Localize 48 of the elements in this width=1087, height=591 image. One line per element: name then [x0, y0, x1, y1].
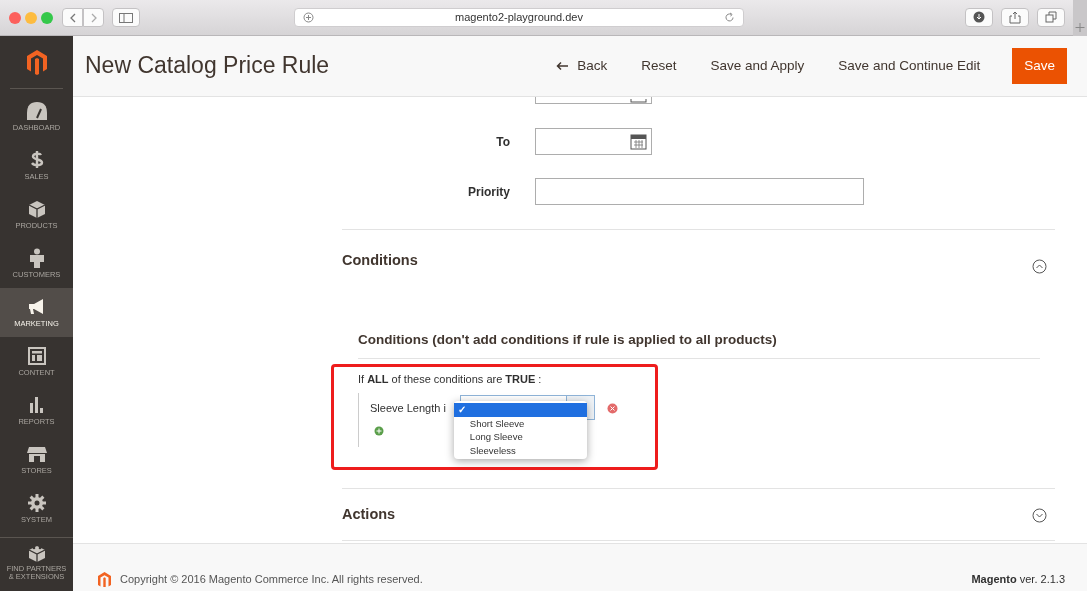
field-label: To: [495, 133, 510, 151]
action-button[interactable]: Save and Continue Edit: [836, 51, 983, 81]
logo-icon: [97, 571, 112, 587]
section-title: Conditions: [342, 251, 418, 271]
chevron-right-icon: [89, 12, 98, 23]
collapse-icon[interactable]: [1032, 259, 1047, 275]
back-nav-button[interactable]: [62, 8, 83, 27]
back-button[interactable]: Back: [554, 51, 610, 81]
dropdown-option[interactable]: Short Sleeve: [453, 416, 587, 431]
new-tab-button[interactable]: [1073, 0, 1087, 36]
download-icon: [973, 11, 985, 24]
page-title: New Catalog Price Rule: [85, 52, 330, 80]
gear-icon: [25, 493, 48, 514]
date-field[interactable]: [535, 97, 652, 104]
sidebar-icon: [119, 12, 133, 23]
section-title: Actions: [342, 504, 396, 524]
sidebar-toggle-button[interactable]: [112, 8, 140, 27]
share-icon: [1009, 11, 1021, 24]
window-controls-icon[interactable]: [8, 10, 54, 25]
logo-icon[interactable]: [25, 49, 48, 75]
dropdown-option[interactable]: ✓: [453, 403, 587, 417]
field-label: Priority: [467, 183, 510, 201]
condition-attribute: Sleeve Length i: [370, 400, 446, 416]
plus-icon: [303, 12, 314, 23]
dropdown-option[interactable]: Long Sleeve: [453, 430, 587, 444]
condition-rule-text: If ALL of these conditions are TRUE :: [358, 372, 543, 388]
section-subtitle: Conditions (don't add conditions if rule is applied to all products): [358, 330, 1040, 360]
expand-icon[interactable]: [1032, 508, 1047, 523]
date-field[interactable]: [535, 128, 652, 155]
address-bar[interactable]: magento2-playground.dev: [294, 8, 744, 27]
copyright-text: Copyright © 2016 Magento Commerce Inc. All rights reserved.: [120, 571, 423, 587]
gauge-icon: [25, 101, 48, 122]
toolbar-button[interactable]: [965, 8, 993, 27]
dropdown-option[interactable]: Sleeveless: [453, 443, 587, 458]
storefront-icon: [25, 444, 48, 465]
input-field[interactable]: [535, 178, 864, 205]
save-button[interactable]: Save: [1012, 47, 1067, 85]
action-button[interactable]: Reset: [639, 51, 679, 81]
add-icon[interactable]: [374, 425, 384, 436]
forward-nav-button[interactable]: [83, 8, 104, 27]
reload-icon[interactable]: [724, 12, 735, 23]
arrow-left-icon: [556, 61, 570, 71]
remove-icon[interactable]: [606, 403, 618, 415]
layout-icon: [25, 346, 48, 367]
version-text: Magento ver. 2.1.3: [971, 571, 1065, 587]
tabs-icon: [1045, 11, 1057, 24]
chevron-left-icon: [68, 12, 77, 23]
action-button[interactable]: Save and Apply: [708, 51, 807, 81]
